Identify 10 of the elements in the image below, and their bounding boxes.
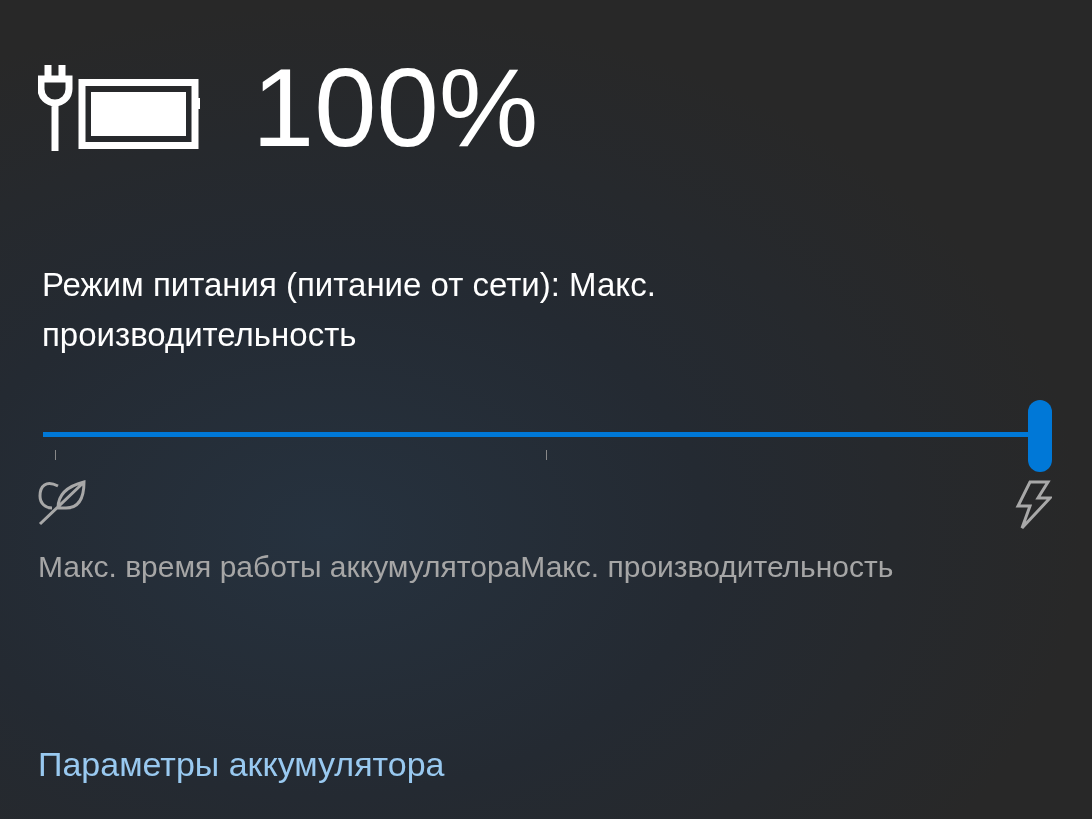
slider-thumb[interactable] <box>1028 400 1052 472</box>
power-mode-slider[interactable] <box>43 400 1052 472</box>
battery-settings-link[interactable]: Параметры аккумулятора <box>38 739 445 790</box>
slider-tick <box>546 450 547 460</box>
slider-tick <box>55 450 56 460</box>
battery-percentage: 100% <box>252 52 539 164</box>
slider-min-label: Макс. время работы аккумулятора <box>38 549 521 585</box>
slider-max-label: Макс. производительность <box>520 549 894 585</box>
leaf-icon <box>38 480 86 526</box>
power-mode-label: Режим питания (питание от сети): Макс. производительность <box>41 265 657 355</box>
